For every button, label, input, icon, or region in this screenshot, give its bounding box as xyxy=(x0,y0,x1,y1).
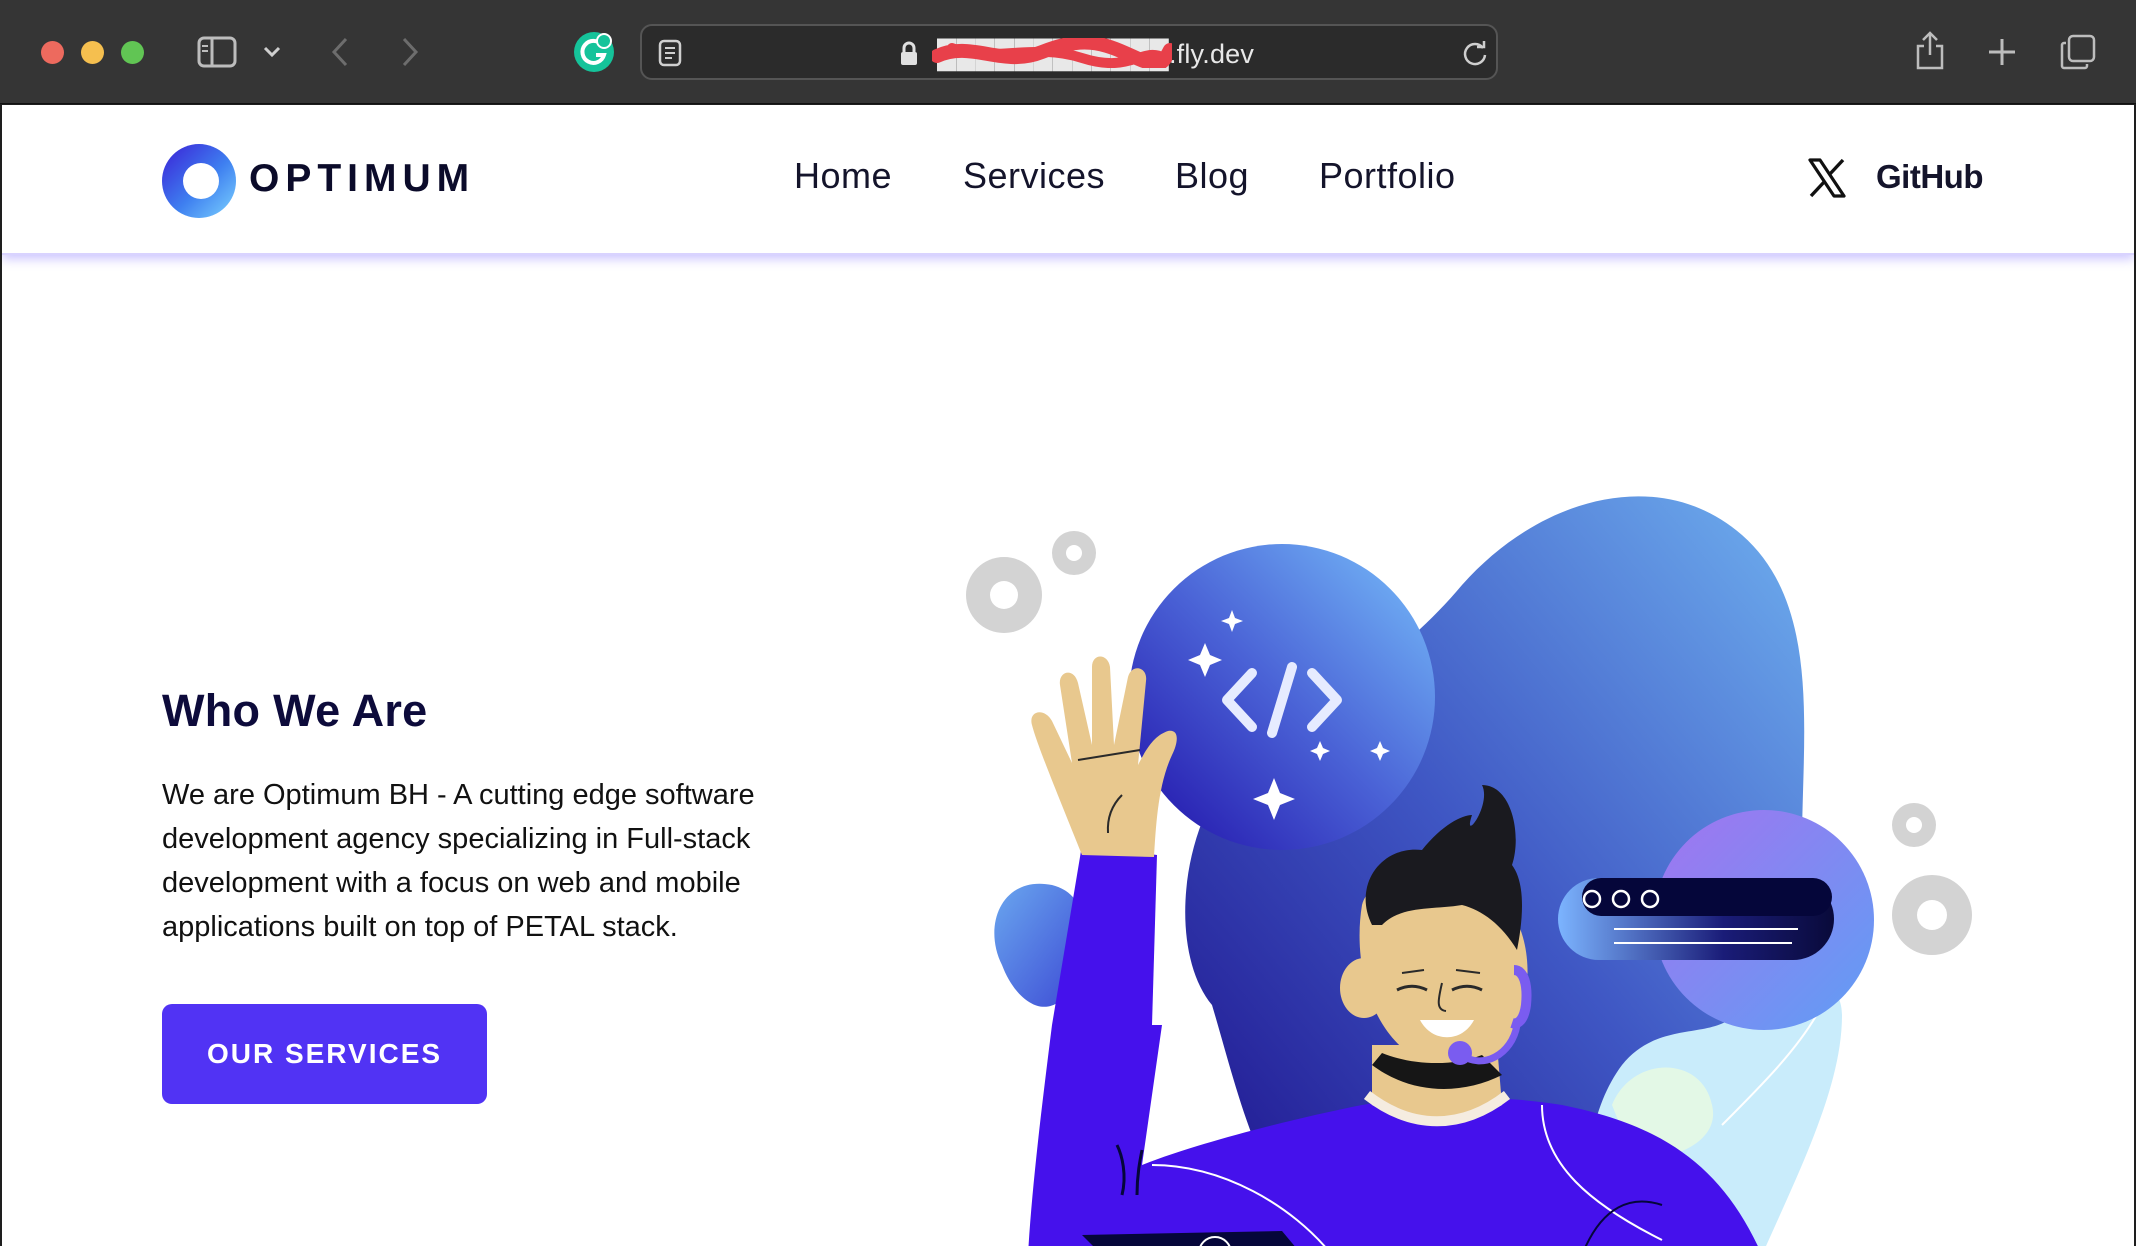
share-icon[interactable] xyxy=(1912,28,1948,72)
browser-toolbar: ████████████.fly.dev xyxy=(0,0,2136,104)
maximize-window-button[interactable] xyxy=(121,41,144,64)
forward-icon[interactable] xyxy=(395,34,425,70)
new-tab-icon[interactable] xyxy=(1984,34,2020,70)
hero-description: We are Optimum BH - A cutting edge softw… xyxy=(162,779,755,943)
hero-title: Who We Are xyxy=(162,685,428,736)
nav-portfolio-link[interactable]: Portfolio xyxy=(1319,155,1456,197)
webpage: OPTIMUM Home Services Blog Portfolio Git… xyxy=(2,105,2134,1246)
tabs-overview-icon[interactable] xyxy=(2058,32,2098,72)
nav-blog-link[interactable]: Blog xyxy=(1175,155,1249,197)
x-twitter-icon[interactable] xyxy=(1807,158,1847,198)
chevron-down-icon[interactable] xyxy=(258,40,286,64)
nav-home-link[interactable]: Home xyxy=(794,155,892,197)
reload-icon[interactable] xyxy=(1460,38,1490,68)
address-bar[interactable]: ████████████.fly.dev xyxy=(640,24,1498,80)
our-services-button[interactable]: OUR SERVICES xyxy=(162,1004,487,1104)
optimum-logo-icon[interactable] xyxy=(161,143,237,219)
lock-icon xyxy=(897,40,921,68)
nav-services-link[interactable]: Services xyxy=(963,155,1105,197)
reader-icon[interactable] xyxy=(656,38,684,68)
site-header: OPTIMUM Home Services Blog Portfolio Git… xyxy=(2,105,2134,255)
sidebar-icon[interactable] xyxy=(195,34,239,70)
github-link[interactable]: GitHub xyxy=(1876,158,1983,196)
logo-wordmark[interactable]: OPTIMUM xyxy=(249,157,475,201)
close-window-button[interactable] xyxy=(41,41,64,64)
grammarly-icon[interactable] xyxy=(572,30,616,74)
hero-illustration xyxy=(966,496,1972,1246)
minimize-window-button[interactable] xyxy=(81,41,104,64)
redaction-scribble xyxy=(932,38,1172,68)
back-icon[interactable] xyxy=(325,34,355,70)
